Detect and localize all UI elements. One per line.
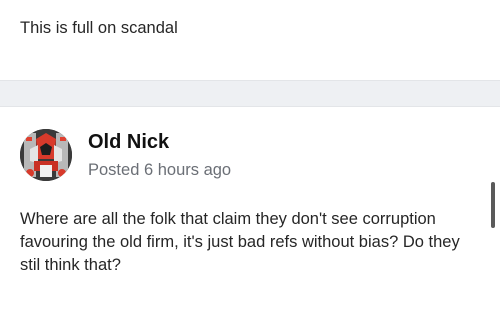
avatar[interactable] xyxy=(20,129,72,181)
forum-thread-page: This is full on scandal Old Nick Posted xyxy=(0,0,500,319)
post-separator xyxy=(0,80,500,107)
avatar-icon xyxy=(20,129,72,181)
post-timestamp: Posted 6 hours ago xyxy=(88,161,232,179)
previous-post: This is full on scandal xyxy=(0,0,500,80)
previous-post-text: This is full on scandal xyxy=(20,19,178,37)
forum-post: Old Nick Posted 6 hours ago Where are al… xyxy=(0,107,500,319)
post-content: Where are all the folk that claim they d… xyxy=(20,210,460,274)
author-name[interactable]: Old Nick xyxy=(88,129,169,155)
scrollbar-thumb[interactable] xyxy=(491,182,495,228)
